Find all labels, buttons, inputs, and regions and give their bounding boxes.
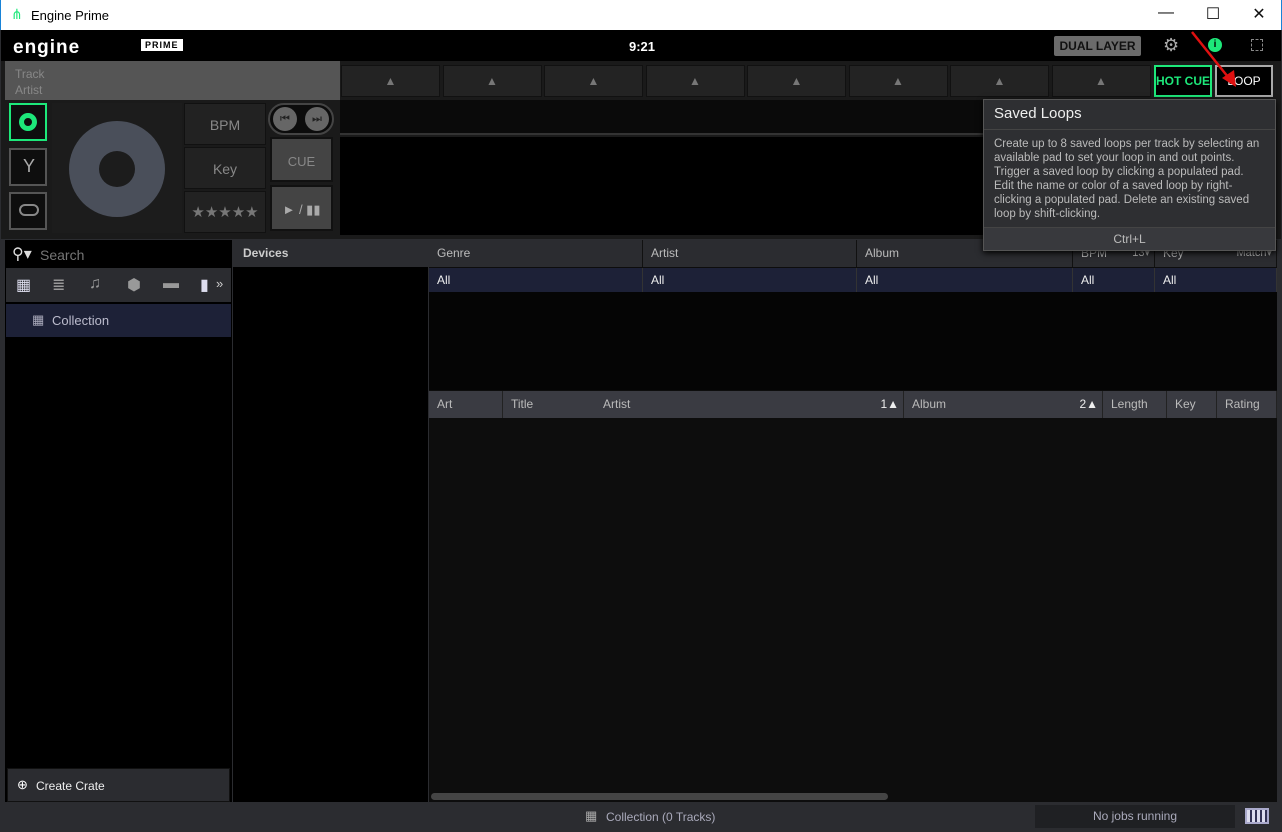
filter-mode-button[interactable]: Y	[9, 148, 47, 186]
source-toolbar: ▦ ≣ ♫ ⬢ ▬ ▮ »	[6, 268, 231, 302]
column-header-title[interactable]: Title	[503, 391, 595, 418]
itunes-icon[interactable]: ♫	[89, 275, 101, 293]
column-label: Rating	[1225, 397, 1260, 411]
devices-panel	[233, 240, 428, 802]
pad-2[interactable]: ▲	[442, 65, 542, 97]
filter-value-album[interactable]: All	[857, 268, 1073, 292]
plus-icon: ⊕	[17, 777, 28, 792]
pad-4[interactable]: ▲	[645, 65, 745, 97]
filter-value-genre[interactable]: All	[429, 268, 643, 292]
maximize-button[interactable]: ☐	[1198, 4, 1228, 24]
clock: 9:21	[629, 39, 656, 54]
tooltip-shortcut: Ctrl+L	[984, 227, 1275, 250]
create-crate-label: Create Crate	[36, 779, 105, 793]
saved-loops-tooltip: Saved Loops Create up to 8 saved loops p…	[983, 99, 1276, 251]
platter-icon	[19, 113, 37, 131]
search-icon[interactable]: ⚲▾	[12, 244, 32, 264]
collection-status: Collection (0 Tracks)	[606, 810, 716, 824]
minimize-button[interactable]: —	[1151, 4, 1181, 22]
playlist-icon[interactable]: ≣	[52, 275, 65, 295]
filter-header-label: Album	[865, 246, 900, 260]
rating-stars[interactable]: ★★★★★	[184, 191, 266, 233]
status-bar: ▦ Collection (0 Tracks) No jobs running	[5, 803, 1277, 830]
track-title: Track	[15, 67, 45, 81]
pad-8[interactable]: ▲	[1051, 65, 1151, 97]
search-input[interactable]	[40, 245, 220, 265]
more-sources-button[interactable]: »	[216, 276, 223, 291]
dual-layer-button[interactable]: DUAL LAYER	[1054, 36, 1141, 56]
collection-label: Collection	[52, 313, 110, 328]
collection-icon: ▦	[32, 312, 45, 327]
column-header-album[interactable]: Album 2▲	[904, 391, 1103, 418]
tooltip-body: Create up to 8 saved loops per track by …	[994, 138, 1260, 220]
platter-mode-button[interactable]	[9, 103, 47, 141]
cue-button[interactable]: CUE	[270, 137, 333, 182]
sidebar-item-collection[interactable]: ▦ Collection	[6, 304, 231, 337]
filter-value-bpm[interactable]: All	[1073, 268, 1155, 292]
filter-header-label: Genre	[437, 246, 471, 260]
app-icon: ⋔	[11, 6, 23, 22]
collection-source-icon[interactable]: ▦	[16, 275, 31, 295]
column-label: Length	[1111, 397, 1148, 411]
filter-value-artist[interactable]: All	[643, 268, 857, 292]
create-crate-button[interactable]: ⊕ Create Crate	[7, 768, 230, 802]
track-nav: ⏮ ⏭	[268, 103, 334, 135]
filter-value-key[interactable]: All	[1155, 268, 1277, 292]
column-label: Art	[437, 397, 453, 411]
column-header-rating[interactable]: Rating	[1217, 391, 1277, 418]
loop-icon	[19, 204, 39, 216]
tooltip-title: Saved Loops	[984, 100, 1275, 130]
pad-5[interactable]: ▲	[747, 65, 846, 97]
app-header: engine PRIME 9:21 DUAL LAYER ⚙ i	[1, 30, 1281, 61]
fullscreen-icon[interactable]	[1251, 39, 1263, 51]
layout-icon[interactable]	[1245, 808, 1269, 824]
horizontal-scrollbar[interactable]	[431, 793, 888, 800]
pad-7[interactable]: ▲	[950, 65, 1049, 97]
sort-indicator: 1▲	[880, 397, 899, 411]
filter-header-label: Artist	[651, 246, 679, 260]
gear-icon[interactable]: ⚙	[1163, 35, 1179, 56]
funnel-icon: Y	[23, 156, 36, 176]
filter-lists	[429, 292, 1277, 390]
previous-track-button[interactable]: ⏮	[273, 107, 297, 131]
engine-logo: engine	[13, 37, 81, 58]
pad-3[interactable]: ▲	[544, 65, 643, 97]
filter-header-genre[interactable]: Genre	[429, 240, 643, 267]
play-pause-button[interactable]: ► / ▮▮	[270, 185, 333, 231]
track-info: Track Artist	[5, 61, 340, 100]
red-arrow-annotation	[1191, 31, 1236, 87]
filter-header-artist[interactable]: Artist	[643, 240, 857, 267]
column-header-artist[interactable]: Artist 1▲	[595, 391, 904, 418]
next-track-button[interactable]: ⏭	[305, 107, 329, 131]
column-header-key[interactable]: Key	[1167, 391, 1217, 418]
window-titlebar: ⋔ Engine Prime — ☐ ✕	[0, 0, 1282, 30]
column-header-art[interactable]: Art	[429, 391, 503, 418]
key-display: Key	[184, 147, 266, 189]
search-bar[interactable]: ⚲▾	[6, 242, 231, 268]
prime-logo: PRIME	[141, 39, 183, 51]
folder-icon[interactable]: ▬	[163, 275, 179, 293]
pad-6[interactable]: ▲	[848, 65, 948, 97]
usb-icon[interactable]: ▮	[200, 275, 209, 295]
loop-mode-button[interactable]	[9, 192, 47, 230]
column-label: Album	[912, 397, 947, 411]
crate-icon[interactable]: ⬢	[127, 275, 141, 295]
jobs-status: No jobs running	[1035, 805, 1235, 828]
column-header-length[interactable]: Length	[1103, 391, 1167, 418]
close-button[interactable]: ✕	[1244, 4, 1274, 24]
collection-status-icon: ▦	[585, 808, 598, 823]
bpm-display: BPM	[184, 103, 266, 145]
pad-1[interactable]: ▲	[341, 65, 440, 97]
track-artist: Artist	[15, 83, 43, 97]
devices-header: Devices	[233, 240, 428, 267]
window-title: Engine Prime	[31, 8, 110, 23]
column-label: Title	[511, 397, 534, 411]
column-label: Artist	[603, 397, 631, 411]
column-label: Key	[1175, 397, 1196, 411]
platter[interactable]	[52, 103, 182, 233]
sort-indicator: 2▲	[1079, 397, 1098, 411]
